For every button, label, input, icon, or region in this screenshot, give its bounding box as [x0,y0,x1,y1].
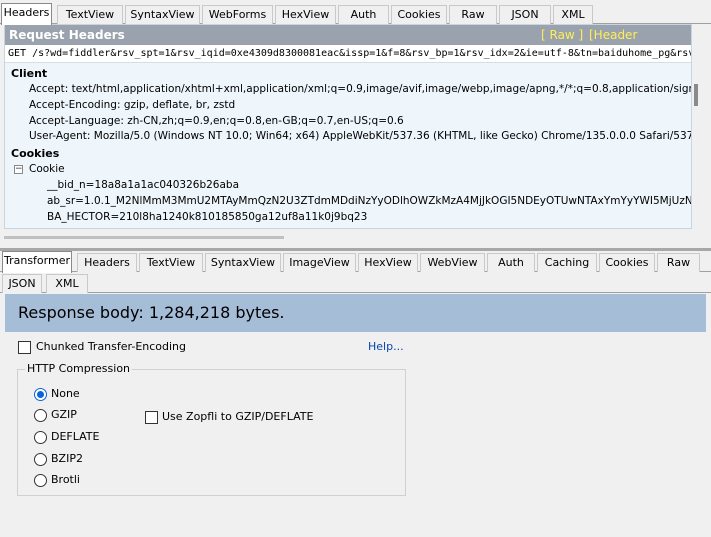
tab-auth[interactable]: Auth [487,253,535,272]
tab-cookies[interactable]: Cookies [391,5,447,24]
request-tab-strip: Headers TextView SyntaxView WebForms Hex… [0,3,711,25]
compression-deflate-radio[interactable] [34,431,47,444]
header-accept: Accept: text/html,application/xhtml+xml,… [29,83,692,95]
compression-gzip-label[interactable]: GZIP [51,408,77,421]
http-compression-title: HTTP Compression [25,362,133,375]
response-body-banner: Response body: 1,284,218 bytes. [5,294,706,332]
tab-raw[interactable]: Raw [657,253,700,272]
tab-syntaxview[interactable]: SyntaxView [205,253,281,272]
compression-none-label[interactable]: None [51,387,80,400]
response-tab-strip: Transformer Headers TextView SyntaxView … [0,251,711,273]
tab-imageview[interactable]: ImageView [283,253,356,272]
tab-json[interactable]: JSON [2,274,42,293]
compression-bzip2-label[interactable]: BZIP2 [51,452,83,465]
request-line: GET /s?wd=fiddler&rsv_spt=1&rsv_iqid=0xe… [5,45,691,63]
header-user-agent: User-Agent: Mozilla/5.0 (Windows NT 10.0… [29,130,692,142]
zopfli-label[interactable]: Use Zopfli to GZIP/DEFLATE [162,410,313,423]
response-tab-strip-row2: JSON XML [0,272,711,293]
chunked-encoding-checkbox[interactable] [18,341,31,354]
cookie-value: __bid_n=18a8a1a1ac040326b26aba [47,179,240,191]
tab-json[interactable]: JSON [499,5,551,24]
header-accept-encoding: Accept-Encoding: gzip, deflate, br, zstd [29,99,236,111]
client-section-label: Client [11,67,48,80]
cookies-section-label: Cookies [11,147,60,160]
tab-xml[interactable]: XML [553,5,593,24]
tab-headers[interactable]: Headers [1,3,52,25]
zopfli-checkbox[interactable] [145,411,158,424]
tab-headers[interactable]: Headers [77,253,137,272]
tab-raw[interactable]: Raw [449,5,497,24]
compression-deflate-label[interactable]: DEFLATE [51,430,99,443]
cookie-node: Cookie [29,163,65,175]
header-accept-language: Accept-Language: zh-CN,zh;q=0.9,en;q=0.8… [29,115,404,127]
compression-none-radio[interactable] [34,388,47,401]
help-link[interactable]: Help... [368,340,404,353]
tab-syntaxview[interactable]: SyntaxView [125,5,200,24]
header-definitions-link[interactable]: [Header Definitions] [589,25,691,62]
tab-webview[interactable]: WebView [420,253,485,272]
tab-textview[interactable]: TextView [57,5,123,24]
raw-link[interactable]: [ Raw ] [541,25,583,45]
tab-transformer[interactable]: Transformer [2,251,72,273]
collapse-icon[interactable]: − [14,165,23,174]
tab-caching[interactable]: Caching [537,253,597,272]
compression-bzip2-radio[interactable] [34,453,47,466]
horizontal-scrollbar-thumb[interactable] [4,236,284,239]
cookie-value: BA_HECTOR=210l8ha1240k810185850ga12uf8a1… [47,211,368,223]
tab-hexview[interactable]: HexView [275,5,336,24]
tab-hexview[interactable]: HexView [358,253,418,272]
request-headers-panel: Request Headers [ Raw ] [Header Definiti… [4,24,692,229]
tab-cookies[interactable]: Cookies [599,253,655,272]
tab-webforms[interactable]: WebForms [202,5,273,24]
tab-auth[interactable]: Auth [338,5,389,24]
vertical-scrollbar-thumb[interactable] [694,84,698,106]
compression-gzip-radio[interactable] [34,409,47,422]
tab-textview[interactable]: TextView [139,253,203,272]
compression-brotli-label[interactable]: Brotli [51,473,80,486]
tab-strip-line [0,292,711,293]
compression-brotli-radio[interactable] [34,474,47,487]
tab-xml[interactable]: XML [46,274,88,293]
cookie-value: ab_sr=1.0.1_M2NlMmM3MmU2MTAyMmQzN2U3ZTdm… [47,195,692,207]
chunked-encoding-label[interactable]: Chunked Transfer-Encoding [36,340,186,353]
